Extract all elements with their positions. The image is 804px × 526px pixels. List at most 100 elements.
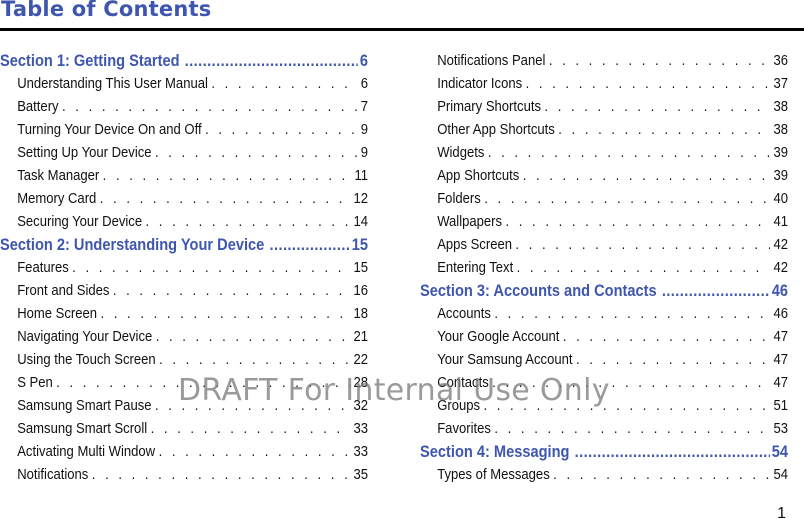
toc-entry[interactable]: S Pen 28 [0,371,368,394]
toc-entry-title: Your Samsung Account [437,351,573,368]
toc-page-number: 28 [353,374,368,391]
toc-entry[interactable]: Your Google Account 47 [420,325,788,348]
toc-entry[interactable]: Other App Shortcuts 38 [420,118,788,141]
toc-entry[interactable]: Your Samsung Account 47 [420,348,788,371]
toc-page-number: 38 [773,98,788,115]
toc-page-number: 35 [353,466,368,483]
toc-entry[interactable]: Favorites 53 [420,417,788,440]
toc-entry-title: Features [17,259,69,276]
dot-leader [526,72,770,95]
toc-entry[interactable]: Samsung Smart Pause 32 [0,394,368,417]
toc-entry-title: Favorites [437,420,491,437]
dot-leader [92,463,350,486]
toc-entry[interactable]: Setting Up Your Device 9 [0,141,368,164]
toc-page-number: 33 [353,443,368,460]
dot-leader [505,210,770,233]
toc-entry[interactable]: App Shortcuts 39 [420,164,788,187]
toc-section-heading[interactable]: Section 4: Messaging 54 [420,440,788,463]
toc-entry[interactable]: Using the Touch Screen 22 [0,348,368,371]
toc-page-number: 54 [771,442,788,461]
toc-page-number: 39 [773,144,788,161]
toc-entry[interactable]: Entering Text 42 [420,256,788,279]
toc-entry[interactable]: Primary Shortcuts 38 [420,95,788,118]
toc-entry-title: Task Manager [17,167,100,184]
dot-leader [269,233,350,256]
toc-entry-title: Contacts [437,374,489,391]
toc-entry-title: Other App Shortcuts [437,121,555,138]
toc-entry-title: Understanding This User Manual [17,75,208,92]
toc-entry-title: Apps Screen [437,236,512,253]
toc-page-number: 41 [773,213,788,230]
toc-page-number: 6 [360,75,368,92]
dot-leader [100,187,350,210]
dot-leader [544,95,770,118]
toc-entry[interactable]: Samsung Smart Scroll 33 [0,417,368,440]
toc-entry[interactable]: Indicator Icons 37 [420,72,788,95]
toc-entry[interactable]: Activating Multi Window 33 [0,440,368,463]
toc-entry-title: Samsung Smart Scroll [17,420,148,437]
dot-leader [549,49,770,72]
dot-leader [515,233,770,256]
dot-leader [494,302,770,325]
toc-page-number: 12 [353,190,368,207]
toc-page-number: 37 [773,75,788,92]
toc-page-number: 40 [773,190,788,207]
toc-entry[interactable]: Widgets 39 [420,141,788,164]
dot-leader [488,141,770,164]
toc-section-heading[interactable]: Section 1: Getting Started 6 [0,49,368,72]
toc-entry[interactable]: Navigating Your Device 21 [0,325,368,348]
toc-entry[interactable]: Securing Your Device 14 [0,210,368,233]
toc-page-number: 42 [773,259,788,276]
toc-entry[interactable]: Battery 7 [0,95,368,118]
toc-entry-title: Section 3: Accounts and Contacts [420,281,657,300]
toc-section-heading[interactable]: Section 2: Understanding Your Device 15 [0,233,368,256]
toc-entry-title: Widgets [437,144,485,161]
toc-page-number: 42 [773,236,788,253]
toc-page-number: 15 [353,259,368,276]
dot-leader [72,256,350,279]
toc-page-number: 9 [360,121,368,138]
toc-entry[interactable]: Features 15 [0,256,368,279]
toc-entry[interactable]: Apps Screen 42 [420,233,788,256]
toc-entry[interactable]: Front and Sides 16 [0,279,368,302]
toc-entry[interactable]: Understanding This User Manual 6 [0,72,368,95]
toc-page-number: 47 [773,374,788,391]
dot-leader [211,72,357,95]
toc-entry[interactable]: Turning Your Device On and Off 9 [0,118,368,141]
dot-leader [185,49,358,72]
toc-entry-title: Entering Text [437,259,514,276]
toc-entry[interactable]: Memory Card 12 [0,187,368,210]
toc-entry[interactable]: Notifications 35 [0,463,368,486]
dot-leader [517,256,770,279]
dot-leader [483,394,770,417]
toc-entry-title: Wallpapers [437,213,503,230]
toc-entry[interactable]: Notifications Panel 36 [420,49,788,72]
toc-entry-title: Turning Your Device On and Off [17,121,202,138]
toc-entry[interactable]: Accounts 46 [420,302,788,325]
toc-page-number: 7 [360,98,368,115]
dot-leader [159,348,350,371]
toc-entry[interactable]: Task Manager 11 [0,164,368,187]
toc-page-number: 46 [771,281,788,300]
dot-leader [159,440,350,463]
dot-leader [492,371,770,394]
toc-entry[interactable]: Home Screen 18 [0,302,368,325]
page-title: Table of Contents [1,0,212,21]
toc-right-column: Notifications Panel 36 Indicator Icons 37 Pr… [420,49,788,486]
toc-entry[interactable]: Contacts 47 [420,371,788,394]
toc-entry[interactable]: Groups 51 [420,394,788,417]
toc-entry[interactable]: Types of Messages 54 [420,463,788,486]
toc-page-number: 21 [353,328,368,345]
dot-leader [100,302,350,325]
dot-leader [558,118,770,141]
dot-leader [563,325,770,348]
toc-entry[interactable]: Folders 40 [420,187,788,210]
dot-leader [156,325,350,348]
dot-leader [484,187,770,210]
toc-entry-title: Samsung Smart Pause [17,397,152,414]
toc-page-number: 46 [773,305,788,322]
toc-entry-title: Battery [17,98,59,115]
toc-entry[interactable]: Wallpapers 41 [420,210,788,233]
toc-section-heading[interactable]: Section 3: Accounts and Contacts 46 [420,279,788,302]
toc-page-number: 39 [773,167,788,184]
